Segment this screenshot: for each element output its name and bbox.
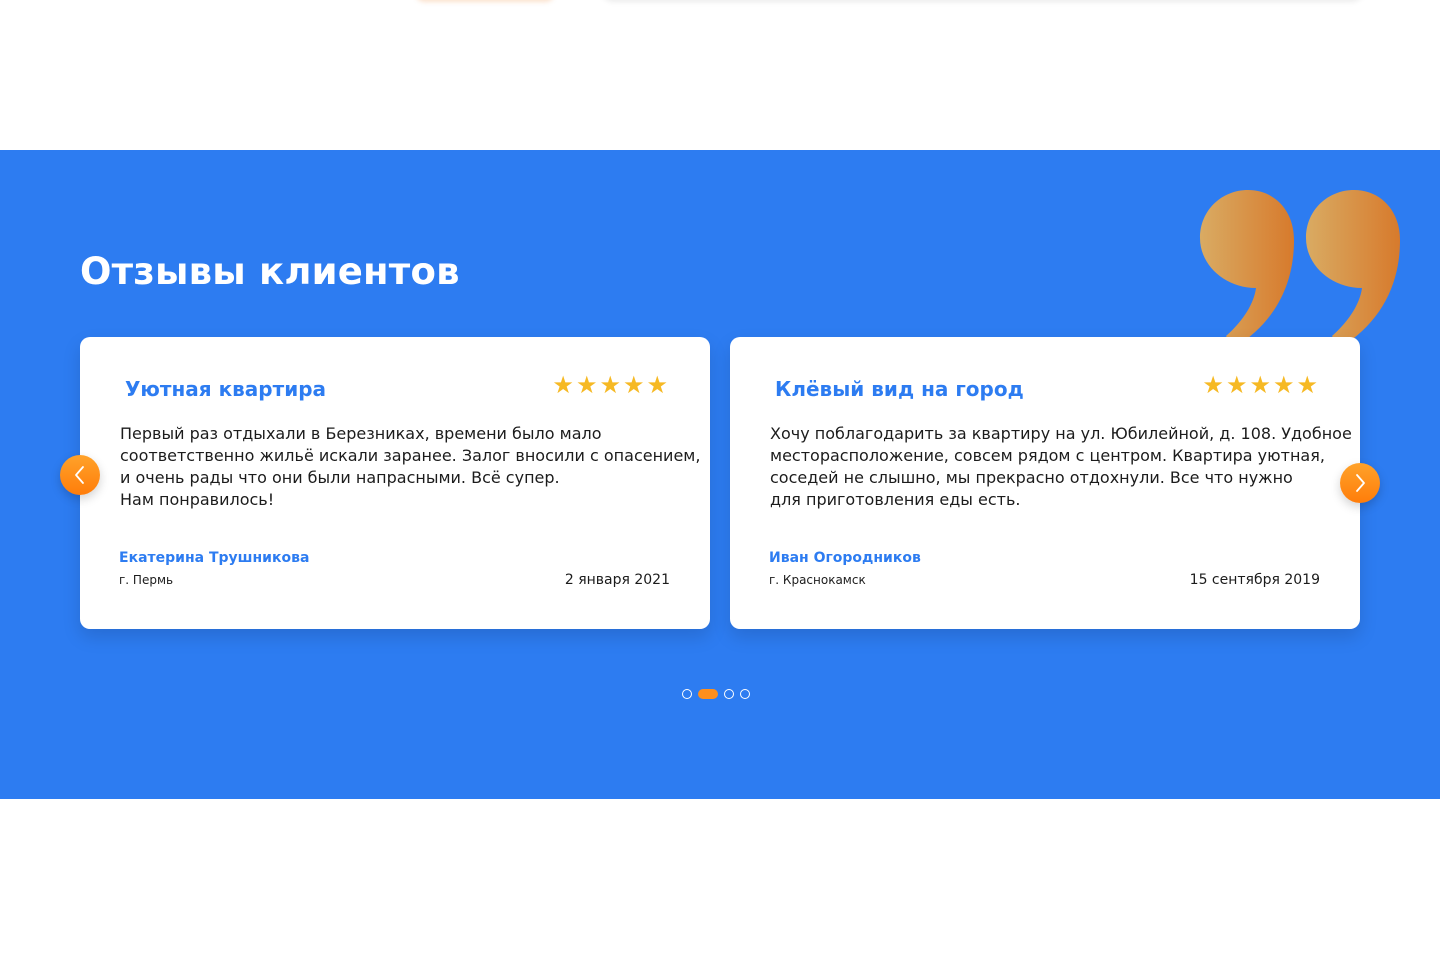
star-rating: ★★★★★ — [1202, 371, 1320, 399]
review-text-line: и очень рады что они были напрасными. Вс… — [120, 468, 560, 487]
carousel-prev-button[interactable] — [60, 455, 100, 495]
review-text-line: соответственно жильё искали заранее. Зал… — [120, 446, 701, 465]
review-title: Уютная квартира — [125, 377, 327, 401]
carousel-pagination — [682, 688, 750, 700]
review-card: Уютная квартира ★★★★★ Первый раз отдыхал… — [80, 337, 710, 629]
top-section — [0, 0, 1440, 150]
review-author: Иван Огородников — [769, 550, 921, 566]
review-text-line: Первый раз отдыхали в Березниках, времен… — [120, 424, 602, 443]
section-title: Отзывы клиентов — [80, 250, 460, 293]
review-author-city: г. Пермь — [119, 573, 174, 587]
review-text-line: месторасположение, совсем рядом с центро… — [770, 446, 1325, 465]
review-card: Клёвый вид на город ★★★★★ Хочу поблагода… — [730, 337, 1360, 629]
review-author: Екатерина Трушникова — [119, 550, 310, 566]
quote-mark-icon — [1200, 190, 1400, 348]
pagination-dot[interactable] — [682, 689, 692, 699]
star-rating: ★★★★★ — [552, 371, 670, 399]
review-text-line: Хочу поблагодарить за квартиру на ул. Юб… — [770, 424, 1352, 443]
chevron-right-icon — [1356, 474, 1365, 492]
reviews-section: Отзывы клиентов Уютная квартира ★★★★★ Пе… — [0, 150, 1440, 799]
review-date: 2 января 2021 — [564, 572, 670, 588]
pagination-dot[interactable] — [724, 689, 734, 699]
chevron-left-icon — [75, 466, 84, 484]
pagination-dot-active[interactable] — [698, 689, 718, 699]
carousel-next-button[interactable] — [1340, 463, 1380, 503]
review-text: Хочу поблагодарить за квартиру на ул. Юб… — [770, 423, 1352, 511]
review-author-city: г. Краснокамск — [769, 573, 866, 587]
review-text-line: для приготовления еды есть. — [770, 490, 1021, 509]
review-text: Первый раз отдыхали в Березниках, времен… — [120, 423, 701, 511]
review-title: Клёвый вид на город — [775, 377, 1024, 401]
review-text-line: соседей не слышно, мы прекрасно отдохнул… — [770, 468, 1293, 487]
pagination-dot[interactable] — [740, 689, 750, 699]
review-date: 15 сентября 2019 — [1189, 572, 1320, 588]
review-text-line: Нам понравилось! — [120, 490, 275, 509]
